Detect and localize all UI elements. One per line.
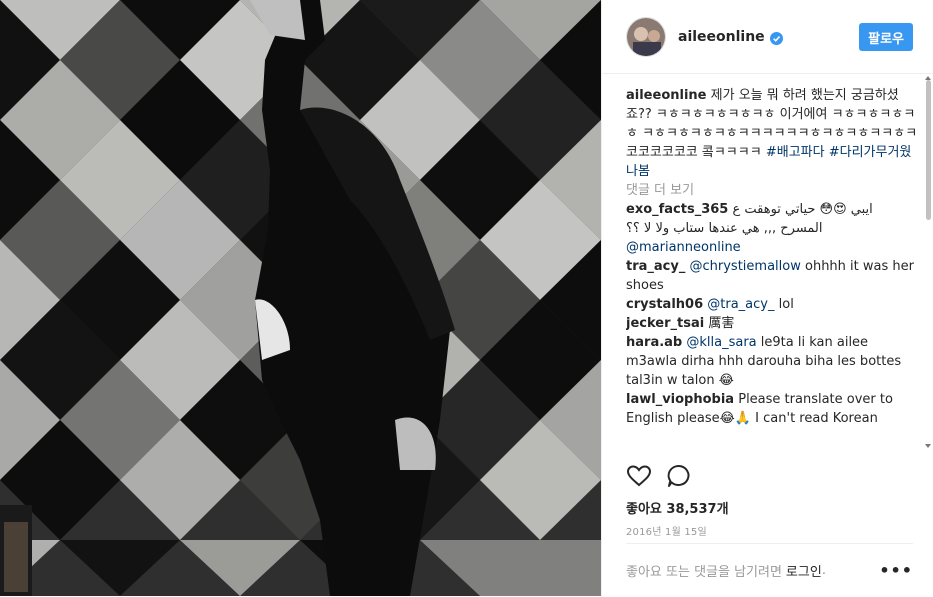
comment-list: aileeonline 제가 오늘 뭐 하려 했는지 궁금하셨죠?? ㅋㅎㅋㅎㅋ… (626, 86, 919, 456)
comment: lawl_viophobia Please translate over to … (626, 390, 919, 428)
speech-bubble-icon[interactable] (666, 463, 692, 489)
comment-username[interactable]: jecker_tsai (626, 316, 704, 331)
comment-username[interactable]: crystalh06 (626, 297, 703, 312)
login-prompt-text: 좋아요 또는 댓글을 남기려면 (626, 565, 782, 580)
scroll-down-arrow-icon[interactable] (925, 444, 931, 448)
comment-username[interactable]: exo_facts_365 (626, 202, 728, 217)
comment-text: المسرح ,,, هي عندها ستاب ولا لا ؟؟ (626, 221, 823, 236)
comment: tra_acy_ @chrystiemallow ohhhh it was he… (626, 257, 919, 295)
comment: jecker_tsai 厲害 (626, 314, 919, 333)
avatar[interactable] (626, 16, 666, 57)
load-more-comments[interactable]: 댓글 더 보기 (626, 181, 919, 200)
post-date[interactable]: 2016년 1월 15일 (626, 523, 707, 538)
mention-link[interactable]: @tra_acy_ (707, 297, 774, 312)
verified-badge-icon (769, 30, 783, 45)
mention-link[interactable]: @klla_sara (686, 335, 756, 350)
like-count[interactable]: 좋아요 38,537개 (626, 498, 729, 517)
comment-username[interactable]: hara.ab (626, 335, 682, 350)
comment-text: 厲害 (708, 316, 735, 331)
comment-username[interactable]: tra_acy_ (626, 259, 685, 274)
login-prompt-bar: 좋아요 또는 댓글을 남기려면 로그인. ••• (626, 543, 913, 597)
action-bar (626, 463, 692, 489)
post-sidebar: aileeonline 팔로우 aileeonline 제가 오늘 뭐 하려 했… (601, 0, 933, 596)
mention-link[interactable]: @marianneonline (626, 240, 741, 255)
caption: aileeonline 제가 오늘 뭐 하려 했는지 궁금하셨죠?? ㅋㅎㅋㅎㅋ… (626, 86, 919, 181)
comment-username[interactable]: lawl_viophobia (626, 392, 734, 407)
instagram-post: aileeonline 팔로우 aileeonline 제가 오늘 뭐 하려 했… (0, 0, 933, 596)
photo-image (0, 0, 601, 596)
post-photo[interactable] (0, 0, 601, 596)
follow-button[interactable]: 팔로우 (859, 22, 913, 51)
heart-icon[interactable] (626, 463, 652, 489)
post-header: aileeonline 팔로우 (602, 0, 933, 74)
hashtag-link[interactable]: #배고파다 (766, 145, 825, 160)
comment-text: ايبي 😍😳 حياتي توهقت ع (732, 202, 873, 217)
scrollbar-thumb[interactable] (926, 80, 931, 220)
comment: exo_facts_365 ايبي 😍😳 حياتي توهقت ع المس… (626, 200, 919, 257)
more-options-icon[interactable]: ••• (879, 561, 913, 580)
avatar-image (627, 17, 665, 56)
mention-link[interactable]: @chrystiemallow (690, 259, 801, 274)
comment-text: lol (778, 297, 794, 312)
login-link[interactable]: 로그인 (786, 561, 822, 580)
comment: crystalh06 @tra_acy_ lol (626, 295, 919, 314)
header-username[interactable]: aileeonline (678, 29, 765, 45)
login-suffix: . (821, 563, 826, 578)
comment: hara.ab @klla_sara le9ta li kan ailee m3… (626, 333, 919, 390)
caption-username[interactable]: aileeonline (626, 88, 707, 103)
